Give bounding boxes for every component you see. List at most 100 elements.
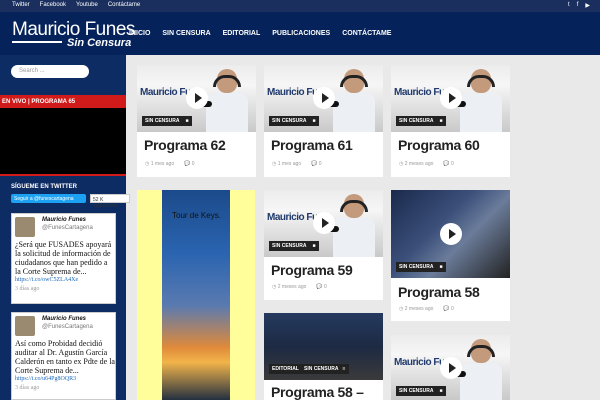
post-card[interactable]: EDITORIAL SIN CENSURA ≡ Programa 58 – xyxy=(264,313,383,400)
post-card[interactable]: Mauricio Fu SIN CENSURA ■ Programa 62 ◷ … xyxy=(137,65,256,177)
tweet-card: Mauricio Funes @FunesCartagena Así como … xyxy=(11,312,116,400)
tweet-link[interactable]: https://t.co/owC5ZLA4Xe xyxy=(15,276,115,285)
tweet-date: 3 días ago xyxy=(15,385,40,391)
follow-title: SÍGUEME EN TWITTER xyxy=(11,184,77,190)
sidebar: Search ... EN VIVO | PROGRAMA 65 SÍGUEME… xyxy=(0,55,130,400)
logo-subtitle: Sin Censura xyxy=(67,37,132,49)
category-tag[interactable]: SIN CENSURA xyxy=(269,241,310,251)
thumb-brand: Mauricio Fu xyxy=(267,212,318,223)
post-thumbnail[interactable]: Mauricio Fu SIN CENSURA ■ xyxy=(391,65,510,132)
follow-button-label: Seguir a @funescartagena xyxy=(14,196,74,202)
header: Mauricio Funes Sin Censura INICIO SIN CE… xyxy=(0,12,600,55)
post-title[interactable]: Programa 61 xyxy=(271,137,353,153)
thumb-brand: Mauricio Fu xyxy=(394,357,445,368)
video-icon: ■ xyxy=(309,241,319,251)
post-card[interactable]: SIN CENSURA ■ Programa 58 ◷ 2 meses ago 💬… xyxy=(391,190,510,321)
category-tag[interactable]: SIN CENSURA xyxy=(396,262,437,272)
post-title[interactable]: Programa 58 xyxy=(398,284,480,300)
avatar[interactable] xyxy=(15,316,35,336)
play-icon[interactable] xyxy=(186,87,208,109)
post-card[interactable]: Mauricio Fu SIN CENSURA ■ Programa 61 ◷ … xyxy=(264,65,383,177)
avatar[interactable] xyxy=(15,217,35,237)
live-label: EN VIVO | PROGRAMA 65 xyxy=(0,95,126,108)
tweet-date: 3 días ago xyxy=(15,286,40,292)
tweet-body: ¿Será que FUSADES apoyará la solicitud d… xyxy=(15,240,115,294)
post-thumbnail[interactable]: Mauricio Fu SIN CENSURA ■ xyxy=(264,65,383,132)
post-card[interactable]: Mauricio Fu SIN CENSURA ■ Programa 60 ◷ … xyxy=(391,65,510,177)
logo-rule xyxy=(12,41,62,43)
tweet-card: Mauricio Funes @FunesCartagena ¿Será que… xyxy=(11,213,116,304)
topbar-link-twitter[interactable]: Twitter xyxy=(12,2,30,8)
youtube-icon[interactable]: ▶ xyxy=(585,2,590,9)
comment-count[interactable]: 0 xyxy=(324,284,327,290)
comment-count[interactable]: 0 xyxy=(192,161,195,167)
post-time: 2 meses ago xyxy=(404,161,434,167)
play-icon[interactable] xyxy=(440,357,462,379)
tweet-author[interactable]: Mauricio Funes xyxy=(42,217,86,223)
category-tag[interactable]: SIN CENSURA xyxy=(142,116,183,126)
tweet-handle[interactable]: @FunesCartagena xyxy=(42,225,93,231)
topbar-link-youtube[interactable]: Youtube xyxy=(76,2,98,8)
video-icon: ■ xyxy=(436,386,446,396)
host-image xyxy=(450,339,502,400)
live-player[interactable] xyxy=(0,108,126,176)
follow-button[interactable]: Seguir a @funescartagena xyxy=(11,194,86,203)
host-image xyxy=(323,194,375,257)
post-meta: ◷ 2 meses ago 💬 0 xyxy=(272,284,327,290)
post-title[interactable]: Programa 60 xyxy=(398,137,480,153)
search-input[interactable]: Search ... xyxy=(11,65,89,78)
comment-count[interactable]: 0 xyxy=(451,306,454,312)
post-meta: ◷ 2 meses ago 💬 0 xyxy=(399,161,454,167)
main-nav: INICIO SIN CENSURA EDITORIAL PUBLICACION… xyxy=(129,30,391,37)
category-tag[interactable]: EDITORIAL xyxy=(269,364,302,374)
nav-publicaciones[interactable]: PUBLICACIONES xyxy=(272,30,330,37)
tweet-body: Así como Probidad decidió auditar al Dr.… xyxy=(15,339,115,393)
post-thumbnail[interactable]: EDITORIAL SIN CENSURA ≡ xyxy=(264,313,383,380)
tweet-text: Así como Probidad decidió auditar al Dr.… xyxy=(15,339,115,375)
host-image xyxy=(450,69,502,132)
tweet-handle[interactable]: @FunesCartagena xyxy=(42,324,93,330)
post-thumbnail[interactable]: Mauricio Fu SIN CENSURA ■ xyxy=(137,65,256,132)
topbar-link-facebook[interactable]: Facebook xyxy=(40,2,66,8)
play-icon[interactable] xyxy=(440,87,462,109)
category-tag[interactable]: SIN CENSURA xyxy=(269,116,310,126)
top-bar: Twitter Facebook Youtube Contáctame t f … xyxy=(0,0,600,12)
tweet-text: ¿Será que FUSADES apoyará la solicitud d… xyxy=(15,240,112,276)
post-card[interactable]: Mauricio Fu SIN CENSURA ■ Programa 59 ◷ … xyxy=(264,190,383,300)
video-icon: ■ xyxy=(182,116,192,126)
thumb-brand: Mauricio Fu xyxy=(267,87,318,98)
post-thumbnail[interactable]: Mauricio Fu SIN CENSURA ■ xyxy=(264,190,383,257)
comment-count[interactable]: 0 xyxy=(451,161,454,167)
post-card[interactable]: Mauricio Fu SIN CENSURA ■ xyxy=(391,335,510,400)
twitter-icon[interactable]: t xyxy=(568,2,570,9)
video-icon: ■ xyxy=(436,116,446,126)
topbar-link-contact[interactable]: Contáctame xyxy=(108,2,140,8)
comment-count[interactable]: 0 xyxy=(319,161,322,167)
post-title[interactable]: Programa 58 – xyxy=(271,384,364,400)
ad-banner[interactable]: Tour de Keys. xyxy=(137,190,255,400)
nav-editorial[interactable]: EDITORIAL xyxy=(223,30,261,37)
facebook-icon[interactable]: f xyxy=(577,2,579,9)
host-image xyxy=(323,69,375,132)
nav-inicio[interactable]: INICIO xyxy=(129,30,150,37)
post-time: 2 meses ago xyxy=(277,284,307,290)
post-thumbnail[interactable]: Mauricio Fu SIN CENSURA ■ xyxy=(391,335,510,400)
logo-title: Mauricio Funes xyxy=(12,19,135,40)
nav-sin-censura[interactable]: SIN CENSURA xyxy=(162,30,210,37)
ad-caption: Tour de Keys. xyxy=(172,211,221,220)
category-tag[interactable]: SIN CENSURA xyxy=(396,116,437,126)
play-icon[interactable] xyxy=(313,212,335,234)
tweet-link[interactable]: https://t.co/u64Pg8OQR3 xyxy=(15,375,115,384)
play-icon[interactable] xyxy=(313,87,335,109)
post-title[interactable]: Programa 62 xyxy=(144,137,226,153)
post-thumbnail[interactable]: SIN CENSURA ■ xyxy=(391,190,510,278)
tweet-author[interactable]: Mauricio Funes xyxy=(42,316,86,322)
video-icon: ■ xyxy=(309,116,319,126)
site-logo[interactable]: Mauricio Funes Sin Censura xyxy=(12,19,135,49)
play-icon[interactable] xyxy=(440,223,462,245)
category-tag[interactable]: SIN CENSURA xyxy=(396,386,437,396)
nav-contactame[interactable]: CONTÁCTAME xyxy=(342,30,391,37)
article-icon: ≡ xyxy=(339,364,349,374)
post-title[interactable]: Programa 59 xyxy=(271,262,353,278)
category-tag[interactable]: SIN CENSURA xyxy=(301,364,342,374)
